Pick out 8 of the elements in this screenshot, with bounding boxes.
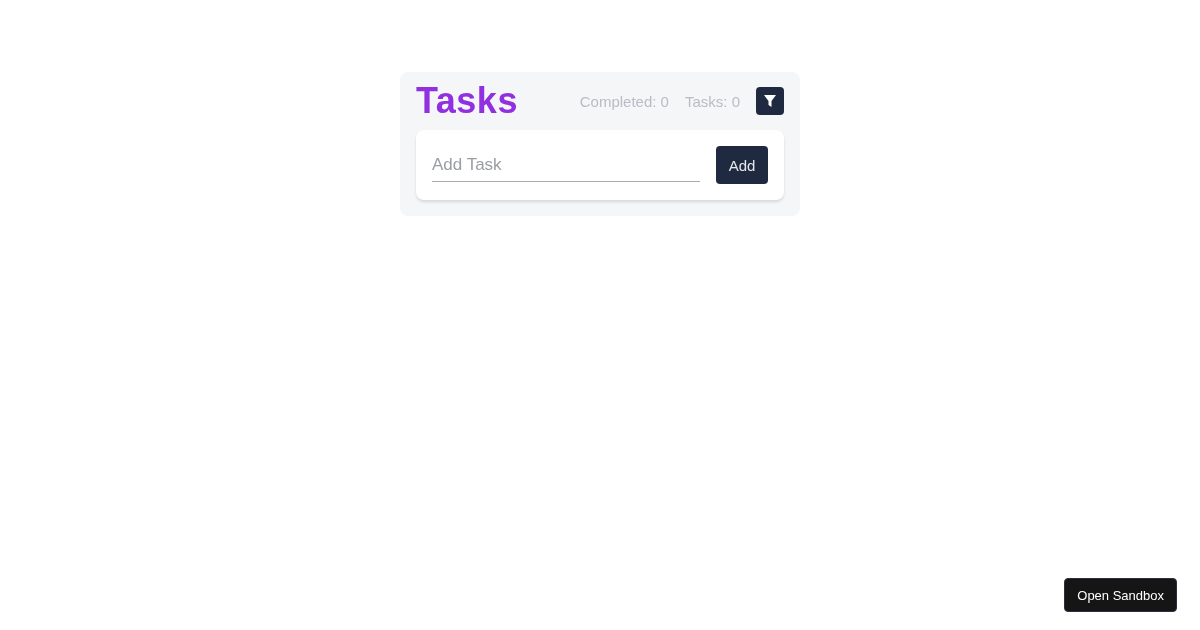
filter-icon	[763, 94, 777, 108]
add-button[interactable]: Add	[716, 146, 768, 184]
open-sandbox-button[interactable]: Open Sandbox	[1064, 578, 1177, 612]
stat-counter: Tasks: 0	[684, 92, 740, 110]
filter-button[interactable]	[756, 87, 784, 115]
stat-counter: Completed: 0	[579, 92, 669, 110]
app-title: Tasks	[416, 80, 519, 122]
add-task-form[interactable]: Add Task Add	[416, 130, 784, 200]
